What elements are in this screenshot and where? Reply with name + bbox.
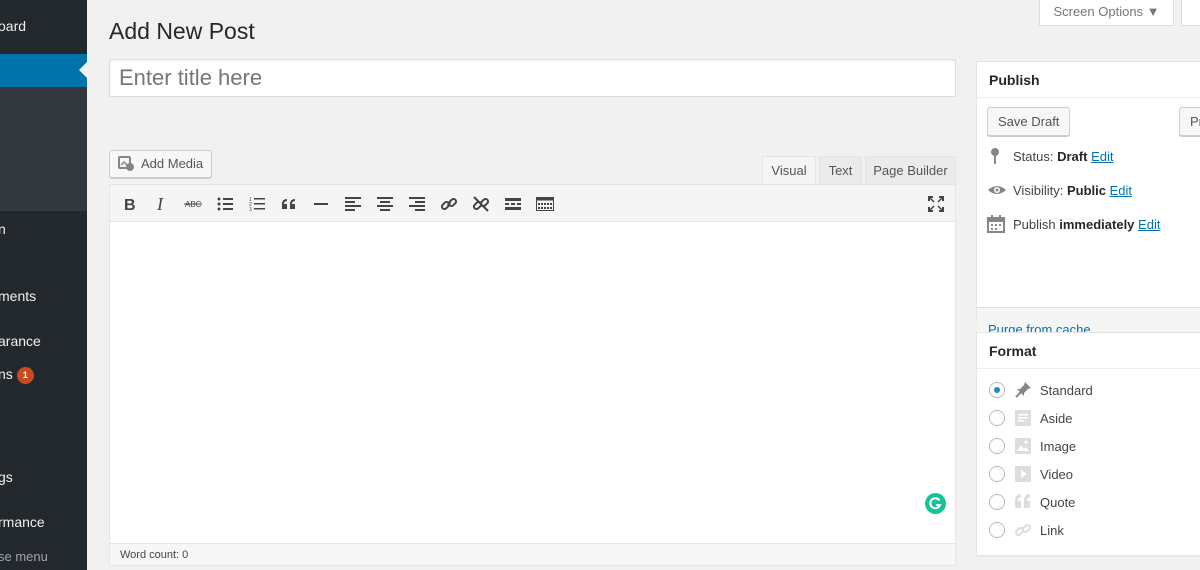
align-left-icon[interactable] <box>340 191 366 217</box>
format-radio[interactable] <box>989 438 1005 454</box>
word-count: Word count: 0 <box>120 549 189 561</box>
align-center-icon[interactable] <box>372 191 398 217</box>
format-radio[interactable] <box>989 522 1005 538</box>
svg-text:B: B <box>124 197 136 212</box>
edit-visibility-link[interactable]: Edit <box>1110 183 1132 198</box>
current-menu-arrow <box>79 62 87 78</box>
bold-icon[interactable]: B <box>116 191 142 217</box>
editor-content-area[interactable] <box>110 222 955 543</box>
status-value: Draft <box>1057 149 1088 164</box>
sidebar-item-label: se menu <box>0 549 48 564</box>
sidebar-item-posts[interactable] <box>0 54 87 87</box>
add-media-button[interactable]: Add Media <box>109 150 212 178</box>
image-icon <box>1014 437 1032 455</box>
editor-toolbar: B I ABC 123 <box>110 185 955 222</box>
link-icon <box>1014 521 1032 539</box>
svg-text:I: I <box>156 196 164 212</box>
format-radio[interactable] <box>989 494 1005 510</box>
help-tab-button[interactable] <box>1181 0 1200 26</box>
fullscreen-icon[interactable] <box>923 191 949 217</box>
sidebar-item-label: n <box>0 221 6 237</box>
sidebar-item-label: rmance <box>0 514 45 530</box>
format-radio[interactable] <box>989 382 1005 398</box>
media-icon <box>118 156 136 182</box>
format-box-title: Format <box>977 333 1200 369</box>
tab-visual[interactable]: Visual <box>762 156 816 185</box>
posts-submenu <box>0 87 87 211</box>
format-label: Standard <box>1040 383 1093 398</box>
page-title: Add New Post <box>109 18 255 44</box>
sidebar-item-label: gs <box>0 469 13 485</box>
toolbar-toggle-icon[interactable] <box>532 191 558 217</box>
format-label: Link <box>1040 523 1064 538</box>
edit-status-link[interactable]: Edit <box>1091 149 1113 164</box>
read-more-icon[interactable] <box>500 191 526 217</box>
format-box: Format Standard Aside Image Video Quote <box>976 332 1200 556</box>
grammarly-icon[interactable] <box>925 493 946 514</box>
publish-label: Publish <box>1013 217 1056 232</box>
editor-status-bar: Word count: 0 <box>110 543 955 565</box>
remove-link-icon[interactable] <box>468 191 494 217</box>
pin-icon <box>987 147 1003 168</box>
aside-icon <box>1014 409 1032 427</box>
add-media-label: Add Media <box>141 156 204 171</box>
save-draft-button[interactable]: Save Draft <box>987 107 1071 136</box>
strikethrough-icon[interactable]: ABC <box>180 191 206 217</box>
insert-link-icon[interactable] <box>436 191 462 217</box>
visibility-label: Visibility: <box>1013 183 1064 198</box>
status-label: Status: <box>1013 149 1054 164</box>
format-label: Quote <box>1040 495 1076 510</box>
format-label: Aside <box>1040 411 1073 426</box>
post-editor: B I ABC 123 Word count: 0 <box>109 184 956 566</box>
calendar-icon <box>987 215 1005 236</box>
screen-options-button[interactable]: Screen Options ▼ <box>1039 0 1174 26</box>
sidebar-item-label: ments <box>0 288 37 304</box>
post-title-input[interactable] <box>109 59 956 97</box>
quote-icon <box>1014 493 1032 511</box>
format-label: Image <box>1040 439 1077 454</box>
align-right-icon[interactable] <box>404 191 430 217</box>
pushpin-icon <box>1014 381 1032 399</box>
format-radio[interactable] <box>989 466 1005 482</box>
publish-box-title: Publish <box>977 62 1200 98</box>
preview-button[interactable]: Pr <box>1179 107 1200 136</box>
eye-icon <box>987 181 1007 202</box>
publish-value: immediately <box>1059 217 1135 232</box>
publish-box: Publish Save Draft Pr Status: Draft Edit… <box>976 61 1200 373</box>
video-icon <box>1014 465 1032 483</box>
svg-text:3: 3 <box>249 207 252 211</box>
numbered-list-icon[interactable]: 123 <box>244 191 270 217</box>
sidebar-item-label: oard <box>0 18 27 34</box>
format-label: Video <box>1040 467 1074 482</box>
horizontal-line-icon[interactable] <box>308 191 334 217</box>
visibility-value: Public <box>1066 183 1106 198</box>
admin-sidebar: oard n ments arance ns 1 gs rmance se men… <box>0 0 87 570</box>
format-radio[interactable] <box>989 410 1005 426</box>
update-count-badge: 1 <box>16 367 34 384</box>
blockquote-icon[interactable] <box>276 191 302 217</box>
tab-text[interactable]: Text <box>819 156 862 185</box>
italic-icon[interactable]: I <box>148 191 174 217</box>
tab-page-builder[interactable]: Page Builder <box>865 156 956 185</box>
sidebar-item-label: ns <box>0 366 13 382</box>
sidebar-item-label: arance <box>0 333 41 349</box>
bulleted-list-icon[interactable] <box>212 191 238 217</box>
edit-publish-date-link[interactable]: Edit <box>1138 217 1160 232</box>
